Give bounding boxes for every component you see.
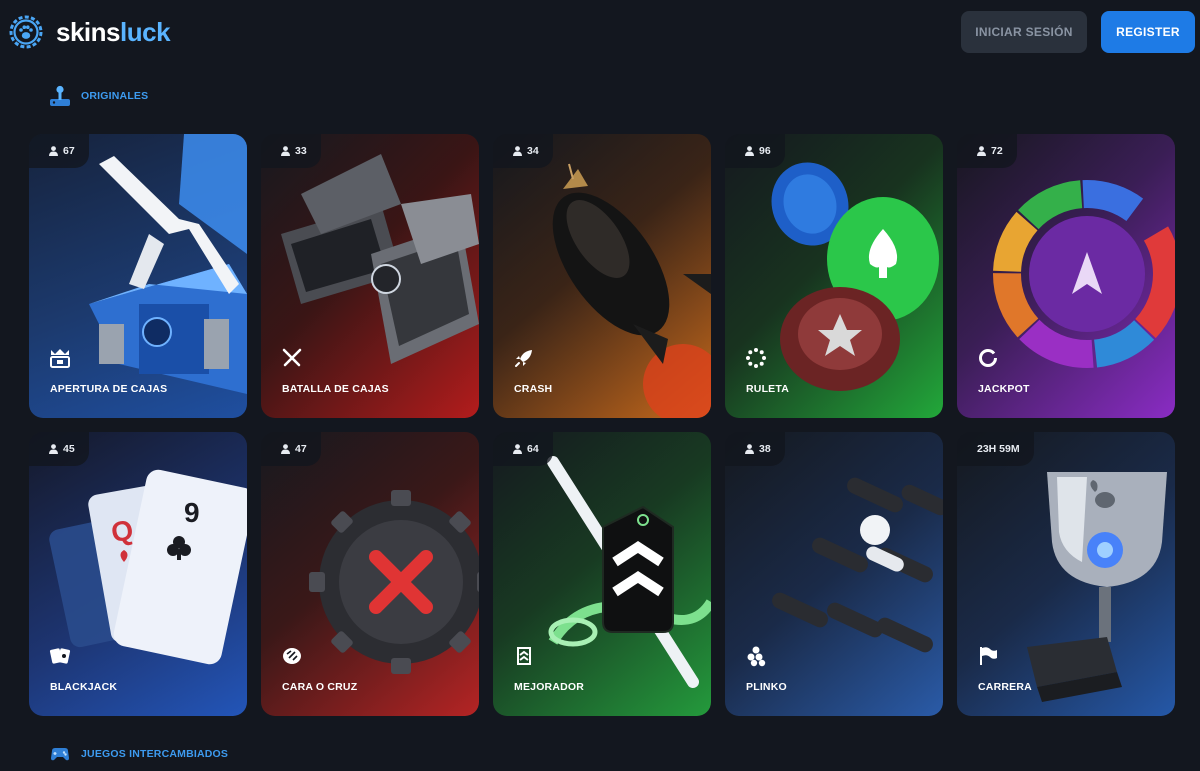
player-count-badge: 33 — [261, 134, 321, 168]
brand-logo[interactable]: skinsluck — [8, 14, 171, 50]
player-count-badge: 67 — [29, 134, 89, 168]
user-icon — [281, 444, 290, 454]
upgrade-tag-artwork — [547, 456, 711, 688]
paw-gear-logo-icon — [9, 15, 43, 49]
playing-cards-artwork: Q 9 — [49, 469, 247, 665]
brand-name-part2: luck — [120, 16, 171, 47]
section-label: ORIGINALES — [81, 90, 149, 102]
player-count-badge: 34 — [493, 134, 553, 168]
brand-name: skinsluck — [56, 16, 171, 48]
top-header: skinsluck INICIAR SESIÓN REGISTER — [0, 0, 1200, 64]
svg-text:9: 9 — [184, 497, 200, 528]
section-label: JUEGOS INTERCAMBIADOS — [81, 748, 229, 760]
user-icon — [745, 444, 754, 454]
user-icon — [745, 146, 754, 156]
player-count: 38 — [759, 443, 771, 455]
trophy-artwork — [1027, 472, 1167, 702]
cases-artwork — [281, 154, 479, 364]
game-card-plinko[interactable]: 38 PLINKO — [725, 432, 943, 716]
player-count: 47 — [295, 443, 307, 455]
player-count: 33 — [295, 145, 307, 157]
game-card-race[interactable]: 23H 59M CARRERA — [957, 432, 1175, 716]
player-count: 45 — [63, 443, 75, 455]
game-card-coinflip[interactable]: 47 CARA O CRUZ — [261, 432, 479, 716]
game-card-jackpot[interactable]: 72 JACKPOT — [957, 134, 1175, 418]
player-count-badge: 96 — [725, 134, 785, 168]
gamepad-icon — [51, 748, 69, 761]
player-count-badge: 64 — [493, 432, 553, 466]
joystick-icon — [50, 85, 70, 106]
player-count: 96 — [759, 145, 771, 157]
game-card-crash[interactable]: 34 CRASH — [493, 134, 711, 418]
game-card-upgrader[interactable]: 64 MEJORADOR — [493, 432, 711, 716]
chips-artwork — [771, 162, 939, 391]
user-icon — [513, 146, 522, 156]
crossed-swords-icon — [282, 348, 302, 367]
crown-box-icon — [50, 349, 70, 368]
player-count-badge: 72 — [957, 134, 1017, 168]
balls-icon — [747, 646, 766, 667]
jackpot-wheel-artwork — [993, 180, 1175, 368]
rocket-artwork — [552, 163, 711, 418]
game-label: CARRERA — [978, 681, 1032, 693]
player-count-badge: 47 — [261, 432, 321, 466]
game-card-roulette[interactable]: 96 RULETA — [725, 134, 943, 418]
case-artwork — [89, 134, 247, 394]
player-count: 72 — [991, 145, 1003, 157]
roulette-dots-icon — [746, 348, 766, 368]
coin-artwork — [309, 490, 479, 674]
cards-icon — [49, 648, 71, 664]
game-label: JACKPOT — [978, 383, 1030, 395]
user-icon — [977, 146, 986, 156]
player-count-badge: 38 — [725, 432, 785, 466]
section-title-exchanged-games: JUEGOS INTERCAMBIADOS — [49, 743, 228, 765]
game-label: RULETA — [746, 383, 790, 395]
register-button[interactable]: REGISTER — [1101, 11, 1195, 53]
flag-icon — [980, 647, 997, 665]
rocket-icon — [515, 350, 532, 367]
race-timer: 23H 59M — [977, 443, 1020, 455]
coin-icon — [283, 648, 301, 664]
game-card-case-opening[interactable]: 67 APERTURA DE CAJAS — [29, 134, 247, 418]
user-icon — [49, 444, 58, 454]
player-count: 64 — [527, 443, 539, 455]
player-count: 34 — [527, 145, 539, 157]
game-label: CRASH — [514, 383, 553, 395]
ring-icon — [979, 349, 997, 367]
brand-name-part1: skins — [56, 16, 121, 47]
player-count-badge: 45 — [29, 432, 89, 466]
game-label: PLINKO — [746, 681, 787, 693]
game-label: CARA O CRUZ — [282, 681, 358, 693]
user-icon — [513, 444, 522, 454]
plinko-pegs-artwork — [772, 477, 943, 653]
user-icon — [49, 146, 58, 156]
rank-chevrons-icon — [517, 647, 531, 665]
player-count: 67 — [63, 145, 75, 157]
user-icon — [281, 146, 290, 156]
game-card-case-battle[interactable]: 33 BATALLA DE CAJAS — [261, 134, 479, 418]
game-label: APERTURA DE CAJAS — [50, 383, 168, 395]
game-label: MEJORADOR — [514, 681, 585, 693]
timer-badge: 23H 59M — [957, 432, 1034, 466]
login-button[interactable]: INICIAR SESIÓN — [961, 11, 1087, 53]
game-label: BATALLA DE CAJAS — [282, 383, 389, 395]
section-title-originals: ORIGINALES — [49, 85, 148, 107]
game-label: BLACKJACK — [50, 681, 118, 693]
game-card-blackjack[interactable]: Q 9 45 BLACKJACK — [29, 432, 247, 716]
